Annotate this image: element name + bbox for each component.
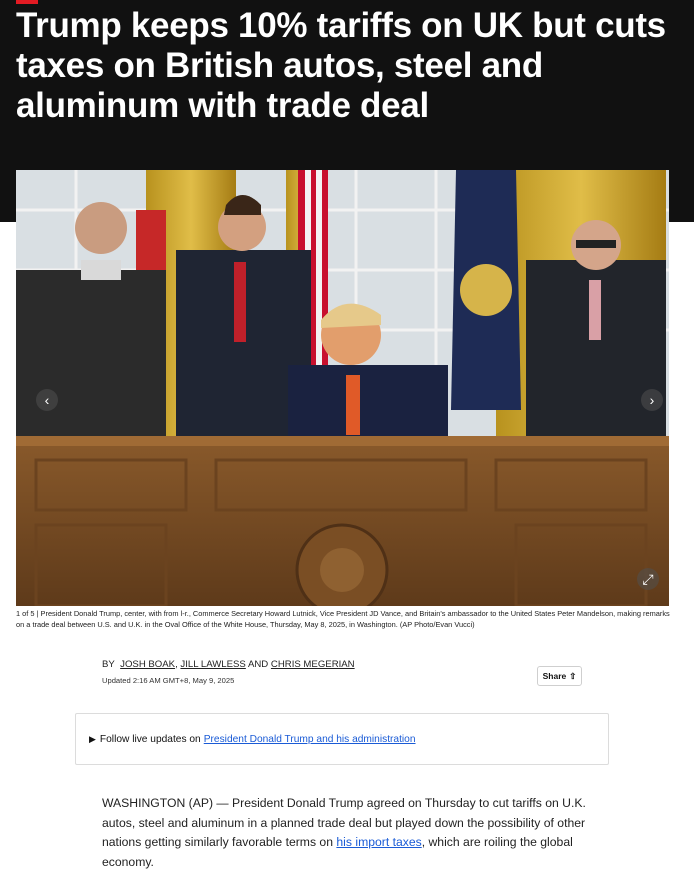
byline-prefix: BY xyxy=(102,659,115,670)
caption-separator: | xyxy=(36,609,39,618)
photo-caption: 1 of 5 | President Donald Trump, center,… xyxy=(16,609,676,630)
article-paragraph: WASHINGTON (AP) — President Donald Trump… xyxy=(102,794,592,872)
live-updates-box: ▶ Follow live updates on President Donal… xyxy=(75,713,609,765)
live-updates-prefix: Follow live updates on xyxy=(99,733,201,745)
author-link[interactable]: JILL LAWLESS xyxy=(180,659,245,670)
author-link[interactable]: JOSH BOAK xyxy=(120,659,175,670)
share-button[interactable]: Share ⇧ xyxy=(537,666,582,686)
byline-comma: , xyxy=(175,659,178,670)
share-icon: ⇧ xyxy=(569,670,577,681)
article-headline: Trump keeps 10% tariffs on UK but cuts t… xyxy=(16,6,666,125)
play-icon: ▶ xyxy=(89,733,96,744)
chevron-left-icon[interactable]: ‹ xyxy=(36,389,58,411)
lead-photo[interactable]: ‹ › ⤢ xyxy=(16,170,669,606)
byline-and: AND xyxy=(247,659,269,670)
import-taxes-link[interactable]: his import taxes xyxy=(336,835,421,849)
live-updates-link[interactable]: President Donald Trump and his administr… xyxy=(204,734,416,745)
section-accent-bar xyxy=(16,0,38,4)
lead-photo-image xyxy=(16,170,669,606)
author-link[interactable]: CHRIS MEGERIAN xyxy=(271,659,355,670)
share-label: Share xyxy=(542,671,567,681)
photo-counter: 1 of 5 xyxy=(16,609,35,618)
caption-text: President Donald Trump, center, with fro… xyxy=(16,609,670,629)
byline: BY JOSH BOAK, JILL LAWLESS AND CHRIS MEG… xyxy=(102,659,355,670)
updated-timestamp: Updated 2:16 AM GMT+8, May 9, 2025 xyxy=(102,676,235,685)
chevron-right-icon[interactable]: › xyxy=(641,389,663,411)
expand-icon[interactable]: ⤢ xyxy=(637,568,659,590)
